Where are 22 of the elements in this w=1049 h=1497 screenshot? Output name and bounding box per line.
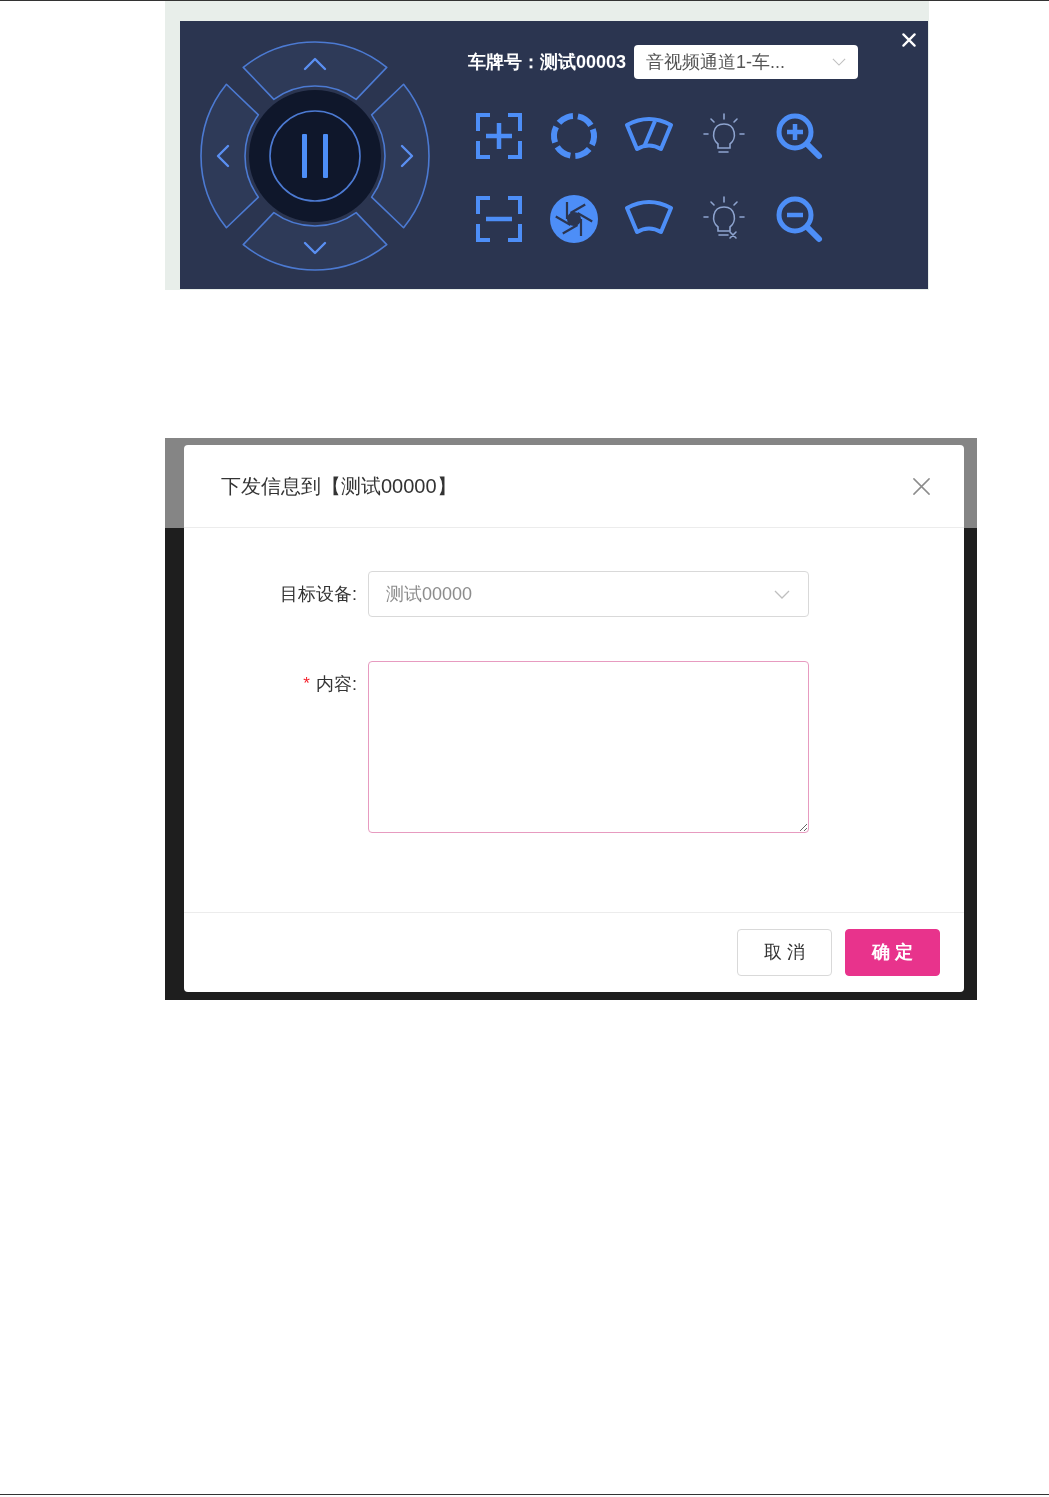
chevron-down-icon (832, 58, 847, 66)
left-arrow-button[interactable] (200, 83, 260, 229)
required-mark: * (303, 673, 310, 696)
chevron-down-icon (774, 589, 790, 599)
aperture-ring-icon[interactable] (549, 111, 599, 161)
zoom-out-icon[interactable] (774, 194, 824, 244)
content-field[interactable] (368, 661, 809, 833)
channel-select[interactable]: 音视频通道1-车... (634, 45, 859, 79)
dialog-title: 下发信息到【测试00000】 (221, 474, 457, 499)
pause-button[interactable] (249, 90, 381, 222)
field-label: 内容: (316, 672, 357, 696)
cancel-button[interactable]: 取 消 (737, 929, 832, 976)
confirm-button[interactable]: 确 定 (845, 929, 940, 976)
aperture-icon[interactable] (549, 194, 599, 244)
down-arrow-button[interactable] (242, 211, 388, 271)
frame-minus-icon[interactable] (474, 194, 524, 244)
frame-plus-icon[interactable] (474, 111, 524, 161)
field-label: 目标设备: (280, 582, 357, 606)
right-arrow-button[interactable] (370, 83, 430, 229)
zoom-in-icon[interactable] (774, 111, 824, 161)
plate-number-label: 车牌号：测试00003 (468, 50, 627, 74)
up-arrow-button[interactable] (242, 41, 388, 101)
